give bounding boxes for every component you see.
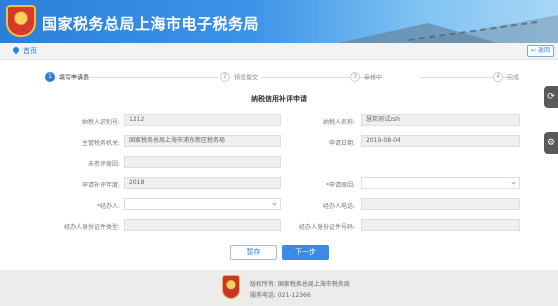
apply-date-field[interactable]: 2019-08-04 — [361, 135, 520, 147]
breadcrumb-bar: 首页 ↩ 返回 — [0, 43, 558, 60]
step-number: 2 — [220, 72, 230, 82]
handler-phone-label: 经办人电话: — [322, 203, 355, 210]
footer-emblem-logo — [222, 275, 240, 299]
back-button[interactable]: ↩ 返回 — [527, 45, 554, 57]
step-number: 3 — [350, 72, 360, 82]
location-pin-icon — [11, 45, 21, 55]
taxpayer-id-label: 纳税人识别号: — [81, 119, 120, 126]
tax-bureau-emblem-logo — [6, 5, 36, 37]
step-number: 4 — [493, 72, 503, 82]
footer-copyright: 版权所有: 国家税务总局上海市税务局 — [250, 281, 350, 288]
handler-id-no-field[interactable] — [361, 219, 520, 231]
handler-id-no-label: 经办人身份证件号码: — [298, 224, 355, 231]
apply-reason-select[interactable] — [361, 177, 520, 189]
footer-phone: 服务电话: 021-12366 — [250, 292, 311, 299]
unrated-reason-label: 未参评原因: — [87, 161, 120, 168]
step-label: 审核中 — [364, 74, 383, 82]
unrated-reason-field[interactable] — [124, 156, 281, 168]
taxpayer-name-label: 纳税人名称: — [322, 119, 355, 126]
taxpayer-name-field[interactable]: 慧邦测试zsh — [361, 114, 520, 126]
step-preview-submit: 2 预览提交 — [220, 72, 258, 82]
step-number: 1 — [45, 72, 55, 82]
home-link[interactable]: 首页 — [11, 45, 37, 56]
progress-steps: 1 填写申请表 2 预览提交 3 审核中 4 完成 — [40, 72, 520, 84]
handler-phone-field[interactable] — [361, 198, 520, 210]
handler-label: *经办人: — [96, 203, 120, 210]
next-step-button[interactable]: 下一步 — [282, 245, 329, 260]
form-title: 纳税信用补评申请 — [251, 95, 307, 103]
apply-reason-label: *申请原因: — [325, 182, 355, 189]
save-draft-button[interactable]: 暂存 — [230, 245, 277, 260]
handler-id-type-label: 经办人身份证件类型: — [63, 224, 120, 231]
step-label: 预览提交 — [234, 74, 259, 82]
step-fill-form: 1 填写申请表 — [45, 72, 89, 82]
return-arrow-icon: ↩ — [531, 47, 537, 54]
apply-year-label: 申请补评年度: — [81, 182, 120, 189]
side-tool-settings-icon[interactable]: ⚙ — [544, 132, 558, 154]
site-title: 国家税务总局上海市电子税务局 — [42, 15, 260, 33]
app-header: 国家税务总局上海市电子税务局 — [0, 0, 558, 43]
tax-office-label: 主管税务机关: — [81, 140, 120, 147]
step-under-review: 3 审核中 — [350, 72, 382, 82]
page-footer — [0, 270, 558, 306]
home-link-label: 首页 — [23, 47, 37, 55]
side-tool-refresh-icon[interactable]: ⟳ — [544, 86, 558, 108]
step-connector — [88, 77, 218, 78]
step-label: 完成 — [507, 74, 520, 82]
step-complete: 4 完成 — [493, 72, 519, 82]
back-button-label: 返回 — [537, 47, 550, 54]
chevron-down-icon — [511, 180, 516, 185]
step-label: 填写申请表 — [59, 74, 90, 82]
apply-date-label: 申请日期: — [328, 140, 355, 147]
